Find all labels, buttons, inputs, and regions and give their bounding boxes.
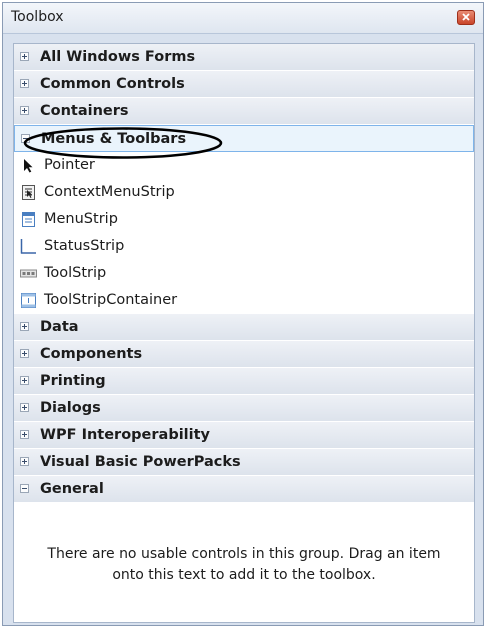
item-label: ToolStrip: [44, 265, 107, 281]
group-label: Components: [40, 346, 143, 362]
group-label: General: [40, 481, 104, 497]
collapse-icon[interactable]: [20, 484, 29, 493]
toolbox-content: All Windows Forms Common Controls Contai…: [13, 43, 475, 623]
expand-icon[interactable]: [20, 349, 29, 358]
window-title: Toolbox: [11, 9, 64, 25]
expand-icon[interactable]: [20, 322, 29, 331]
expand-icon[interactable]: [20, 376, 29, 385]
group-all-windows-forms[interactable]: All Windows Forms: [14, 44, 474, 71]
close-icon: [462, 13, 470, 21]
expand-icon[interactable]: [20, 403, 29, 412]
item-label: StatusStrip: [44, 238, 125, 254]
group-label: Containers: [40, 103, 129, 119]
group-components[interactable]: Components: [14, 341, 474, 368]
toolbox-item-status-strip[interactable]: StatusStrip: [14, 233, 474, 260]
toolbox-window: Toolbox All Windows Forms Common Control…: [2, 2, 484, 626]
expand-icon[interactable]: [20, 52, 29, 61]
item-label: ToolStripContainer: [44, 292, 178, 308]
expand-icon[interactable]: [20, 79, 29, 88]
group-printing[interactable]: Printing: [14, 368, 474, 395]
group-label: Visual Basic PowerPacks: [40, 454, 241, 470]
toolbox-item-tool-strip-container[interactable]: ToolStripContainer: [14, 287, 474, 314]
group-common-controls[interactable]: Common Controls: [14, 71, 474, 98]
context-menu-strip-icon: [22, 185, 35, 200]
group-label: Common Controls: [40, 76, 185, 92]
toolbox-item-menu-strip[interactable]: MenuStrip: [14, 206, 474, 233]
menu-strip-icon: [22, 212, 35, 227]
expand-icon[interactable]: [20, 457, 29, 466]
group-containers[interactable]: Containers: [14, 98, 474, 125]
group-data[interactable]: Data: [14, 314, 474, 341]
group-wpf-interoperability[interactable]: WPF Interoperability: [14, 422, 474, 449]
annotation-ellipse: [23, 127, 223, 159]
expand-icon[interactable]: [20, 430, 29, 439]
status-strip-icon: [20, 239, 36, 254]
title-bar[interactable]: Toolbox: [3, 3, 483, 34]
general-empty-message[interactable]: There are no usable controls in this gro…: [34, 544, 454, 586]
group-label: Dialogs: [40, 400, 101, 416]
expand-icon[interactable]: [20, 106, 29, 115]
group-visual-basic-powerpacks[interactable]: Visual Basic PowerPacks: [14, 449, 474, 476]
group-general[interactable]: General: [14, 476, 474, 503]
toolbox-item-tool-strip[interactable]: ToolStrip: [14, 260, 474, 287]
tool-strip-icon: [20, 269, 37, 278]
item-label: MenuStrip: [44, 211, 118, 227]
group-label: Printing: [40, 373, 106, 389]
group-dialogs[interactable]: Dialogs: [14, 395, 474, 422]
group-label: All Windows Forms: [40, 49, 196, 65]
toolbox-item-context-menu-strip[interactable]: ContextMenuStrip: [14, 179, 474, 206]
group-label: Data: [40, 319, 79, 335]
item-label: ContextMenuStrip: [44, 184, 175, 200]
tool-strip-container-icon: [21, 293, 36, 308]
group-label: WPF Interoperability: [40, 427, 210, 443]
close-button[interactable]: [457, 10, 475, 25]
